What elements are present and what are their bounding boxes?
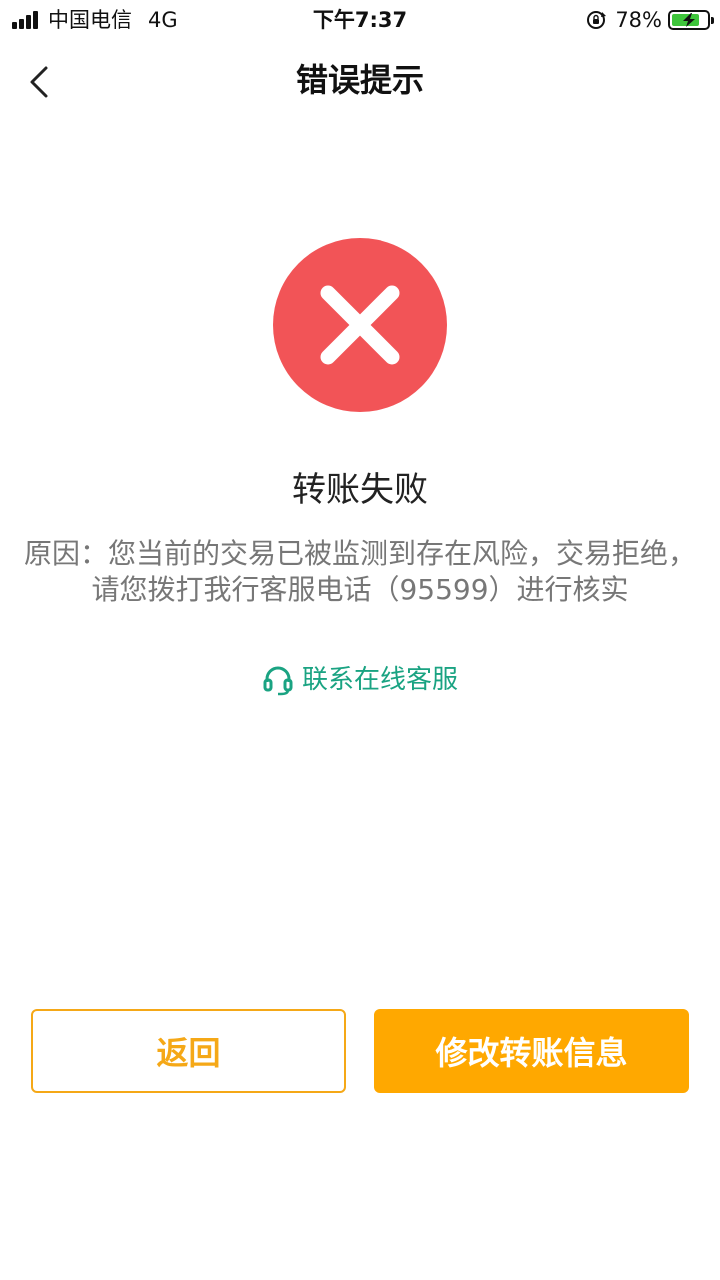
result-title: 转账失败 [292,470,428,510]
back-button[interactable]: 返回 [31,1009,346,1093]
page-title: 错误提示 [295,61,424,99]
error-x-icon [273,238,447,412]
charging-bolt-icon [683,13,695,27]
contact-online-service-link[interactable]: 联系在线客服 [0,660,720,700]
nav-bar: 错误提示 [0,40,720,124]
battery-charging-icon [668,10,714,30]
rotation-lock-icon [587,11,607,29]
failure-reason: 原因：您当前的交易已被监测到存在风险，交易拒绝，请您拨打我行客服电话（95599… [23,537,696,606]
headset-icon [263,666,293,696]
status-right: 78% [585,6,714,34]
contact-label: 联系在线客服 [301,665,458,695]
battery-tip [711,17,714,24]
modify-transfer-button[interactable]: 修改转账信息 [374,1009,689,1093]
status-bar: 中国电信 4G 下午7:37 78% [0,0,720,40]
battery-percent: 78% [615,8,662,32]
